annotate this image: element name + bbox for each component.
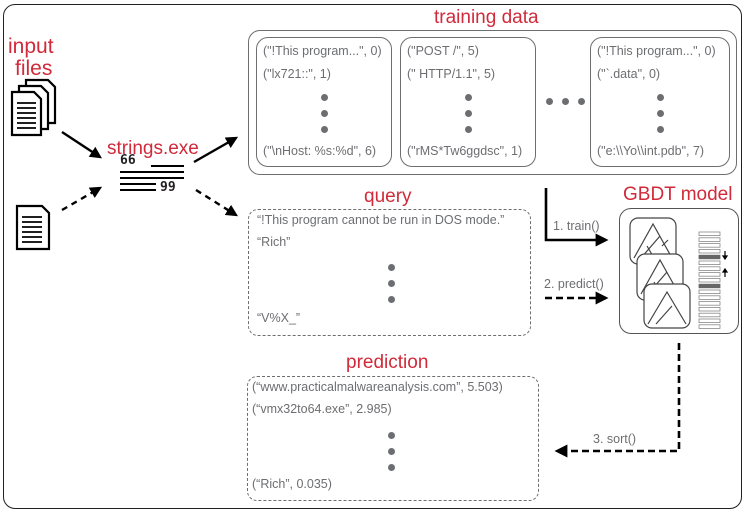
feature-bar-highlighted [698, 254, 721, 260]
feature-bar [698, 243, 721, 248]
query-file-to-strings-arrow [61, 186, 103, 212]
feature-bar [698, 324, 721, 329]
feature-bar [698, 237, 721, 242]
feature-bar [698, 312, 721, 318]
query-file-icon [15, 204, 51, 251]
feature-bar [698, 266, 721, 271]
feature-bar [698, 231, 721, 236]
feature-bar [698, 272, 721, 277]
gbdt-rank-arrows-icon [721, 251, 729, 277]
feature-bar [698, 260, 721, 265]
feature-bar [698, 295, 721, 300]
feature-bar-highlighted [698, 283, 721, 289]
strings-exe-icon [120, 165, 184, 191]
diagram-graphics [10, 78, 729, 458]
input-files-icon [10, 78, 57, 137]
feature-bar [698, 289, 721, 294]
sort-arrow [554, 343, 681, 458]
strings-to-query-arrow [195, 188, 239, 217]
gbdt-feature-bars-icon [698, 231, 721, 329]
feature-bar [698, 277, 721, 283]
train-arrow [544, 188, 609, 247]
feature-bar [698, 248, 721, 254]
feature-bar [698, 318, 721, 323]
feature-bar [698, 301, 721, 306]
input-to-strings-arrow [61, 130, 103, 159]
diagram-canvas: input files strings.exe training data qu… [0, 0, 748, 514]
strings-to-training-arrow [193, 136, 239, 164]
gbdt-trees-icon [629, 217, 691, 329]
feature-bar [698, 306, 721, 312]
